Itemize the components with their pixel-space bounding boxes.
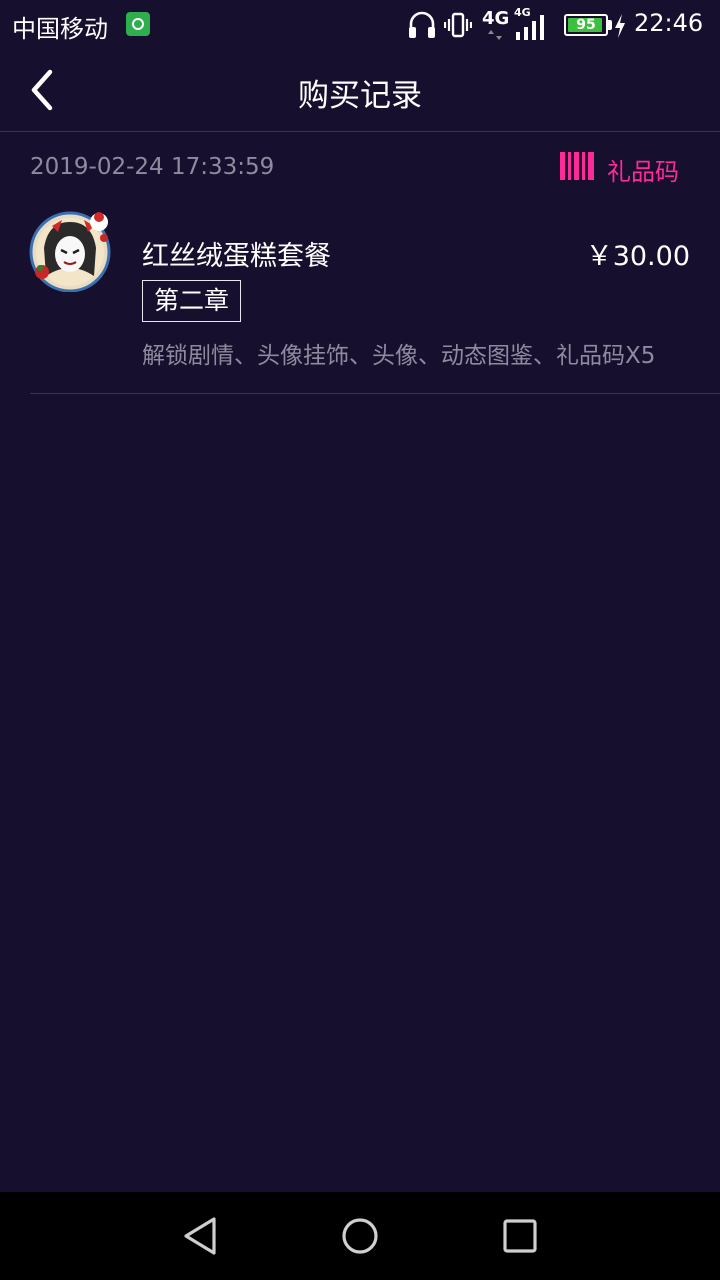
- nav-recents-button[interactable]: [496, 1212, 544, 1260]
- app-header: 购买记录: [0, 50, 720, 132]
- battery-tip: [608, 20, 612, 30]
- signal-icon: [516, 15, 544, 40]
- charging-icon: [615, 14, 625, 38]
- notification-app-icon: [126, 12, 150, 36]
- chapter-tag: 第二章: [142, 280, 242, 322]
- system-nav-bar: [0, 1192, 720, 1280]
- status-bar: 中国移动 4G 4G 95 22:46: [0, 0, 720, 50]
- purchase-history-screen: 中国移动 4G 4G 95 22:46 购买记录 2019-02-24 17:3…: [0, 0, 720, 1280]
- carrier-name: 中国移动: [12, 15, 108, 43]
- record-divider: [30, 393, 720, 394]
- nav-back-icon: [184, 1217, 216, 1255]
- status-icons: 4G 4G 95 22:46: [408, 6, 708, 42]
- barcode-icon: [560, 152, 594, 180]
- item-description: 解锁剧情、头像挂饰、头像、动态图鉴、礼品码X5: [142, 343, 656, 369]
- nav-back-button[interactable]: [176, 1212, 224, 1260]
- item-name: 红丝绒蛋糕套餐: [142, 241, 331, 272]
- giftcode-button[interactable]: 礼品码: [560, 150, 690, 186]
- status-time: 22:46: [634, 9, 704, 37]
- network-type-label: 4G: [482, 8, 510, 29]
- page-title: 购买记录: [298, 78, 422, 114]
- item-price: ￥30.00: [585, 241, 690, 272]
- nav-home-icon: [342, 1218, 378, 1254]
- battery-level: 95: [576, 17, 596, 33]
- purchase-record: 2019-02-24 17:33:59 礼品码 红丝绒蛋糕套餐 ￥30.00 第…: [0, 132, 720, 394]
- battery-icon: 95: [564, 14, 608, 36]
- nav-home-button[interactable]: [336, 1212, 384, 1260]
- vibrate-icon: [444, 12, 472, 38]
- giftcode-label: 礼品码: [607, 158, 679, 186]
- data-arrows-icon: [488, 30, 502, 40]
- headphones-icon: [409, 11, 435, 38]
- purchase-time: 2019-02-24 17:33:59: [30, 154, 275, 180]
- avatar: [29, 211, 111, 292]
- nav-recents-icon: [503, 1219, 537, 1253]
